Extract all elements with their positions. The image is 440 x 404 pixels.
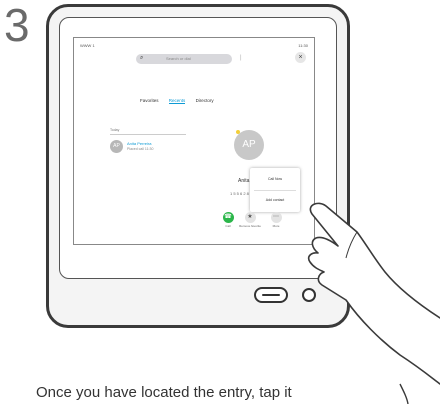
- instruction-caption: Once you have located the entry, tap it: [36, 384, 292, 401]
- pointing-hand-icon: [307, 202, 440, 404]
